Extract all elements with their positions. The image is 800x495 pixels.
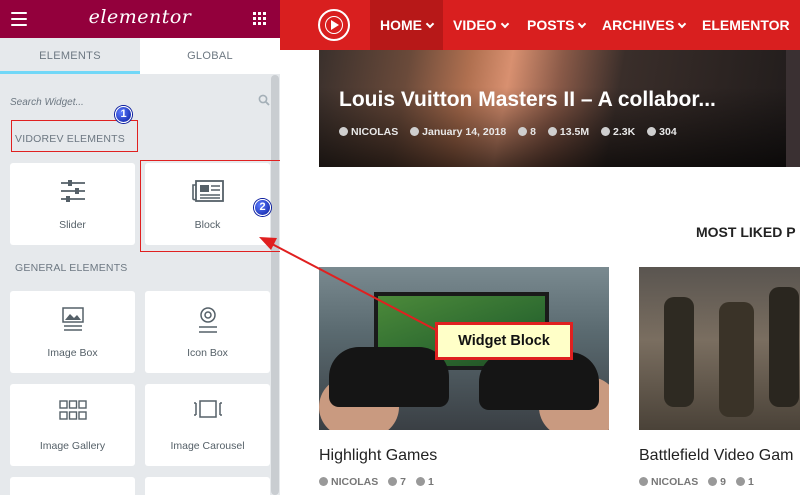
- search-widget-input[interactable]: [10, 97, 250, 108]
- widget-label: Image Box: [47, 347, 98, 359]
- widget-search: [10, 92, 272, 110]
- widget-icon-box[interactable]: Icon Box: [145, 291, 270, 373]
- post-title[interactable]: Battlefield Video Gam: [639, 447, 793, 465]
- image-box-icon: [61, 307, 84, 331]
- widget-slider[interactable]: Slider: [10, 163, 135, 245]
- thumbs-up-icon: [415, 477, 425, 486]
- post-dislikes: 304: [659, 126, 677, 138]
- tab-global[interactable]: GLOBAL: [140, 38, 280, 74]
- widget-block-callout: Widget Block: [435, 322, 573, 360]
- post-author[interactable]: NICOLAS: [651, 476, 698, 488]
- widget-partial[interactable]: [145, 477, 270, 495]
- nav-archives[interactable]: ARCHIVES: [592, 0, 695, 50]
- calendar-icon: [410, 127, 420, 136]
- user-icon: [639, 477, 648, 486]
- widget-label: Image Carousel: [170, 440, 245, 452]
- post-views: 7: [400, 476, 407, 488]
- post-likes: 1: [747, 476, 754, 488]
- tab-elements[interactable]: ELEMENTS: [0, 38, 140, 74]
- thumbs-down-icon: [647, 127, 657, 136]
- post-likes: 2.3K: [613, 126, 636, 138]
- featured-post[interactable]: Louis Vuitton Masters II – A collabor...…: [319, 50, 800, 167]
- chevron-down-icon: [578, 19, 587, 29]
- elementor-logo: elementor: [88, 6, 192, 28]
- highlight-box-vidorev: [11, 120, 138, 152]
- chevron-down-icon: [678, 19, 687, 29]
- post-views: 13.5M: [559, 126, 590, 138]
- user-icon: [319, 477, 328, 486]
- nav-home[interactable]: HOME: [370, 0, 443, 50]
- widget-label: Image Gallery: [39, 440, 106, 452]
- carousel-icon: [193, 400, 222, 418]
- thumbs-up-icon: [601, 127, 611, 136]
- post-comments: 8: [530, 126, 536, 138]
- step-marker-1: 1: [115, 106, 132, 123]
- eye-icon: [547, 127, 557, 136]
- post-likes: 1: [427, 476, 434, 488]
- thumbs-up-icon: [735, 477, 745, 486]
- post-thumbnail[interactable]: [639, 267, 800, 430]
- search-icon[interactable]: [258, 94, 270, 106]
- widget-image-gallery[interactable]: Image Gallery: [10, 384, 135, 466]
- widget-label: Slider: [59, 219, 86, 231]
- post-meta: NICOLAS 9 1: [639, 476, 761, 488]
- comment-icon: [518, 127, 528, 136]
- general-elements-title: GENERAL ELEMENTS: [15, 262, 128, 274]
- chevron-down-icon: [500, 19, 509, 29]
- step-marker-2: 2: [254, 199, 271, 216]
- user-icon: [339, 127, 348, 136]
- website-preview: HOME VIDEO POSTS ARCHIVES ELEMENTOR Loui…: [280, 0, 800, 495]
- next-featured-post[interactable]: [786, 50, 800, 167]
- nav-elementor[interactable]: ELEMENTOR: [692, 0, 800, 79]
- widget-label: Icon Box: [187, 347, 228, 359]
- widget-partial[interactable]: [10, 477, 135, 495]
- play-logo-icon[interactable]: [318, 9, 350, 41]
- eye-icon: [388, 477, 398, 486]
- gallery-grid-icon: [58, 400, 87, 420]
- nav-posts[interactable]: POSTS: [517, 0, 595, 50]
- site-navbar: HOME VIDEO POSTS ARCHIVES ELEMENTOR: [280, 0, 800, 79]
- featured-post-title[interactable]: Louis Vuitton Masters II – A collabor...: [339, 88, 800, 112]
- post-views: 9: [720, 476, 727, 488]
- post-meta: NICOLAS 7 1: [319, 476, 441, 488]
- chevron-down-icon: [425, 19, 435, 29]
- eye-icon: [708, 477, 718, 486]
- panel-header: elementor: [0, 0, 280, 38]
- widget-image-carousel[interactable]: Image Carousel: [145, 384, 270, 466]
- post-date: January 14, 2018: [422, 126, 507, 138]
- apps-grid-icon[interactable]: [253, 12, 266, 25]
- post-author[interactable]: NICOLAS: [331, 476, 378, 488]
- panel-tabs: ELEMENTS GLOBAL: [0, 38, 280, 74]
- nav-video[interactable]: VIDEO: [443, 0, 518, 50]
- icon-box-icon: [198, 307, 217, 333]
- widget-image-box[interactable]: Image Box: [10, 291, 135, 373]
- featured-post-meta: NICOLAS January 14, 2018 8 13.5M 2.3K 30…: [339, 126, 686, 138]
- post-author[interactable]: NICOLAS: [351, 126, 398, 138]
- panel-scrollbar[interactable]: [271, 75, 279, 495]
- post-title[interactable]: Highlight Games: [319, 447, 437, 465]
- sliders-icon: [60, 180, 85, 202]
- section-title: MOST LIKED P: [696, 224, 796, 240]
